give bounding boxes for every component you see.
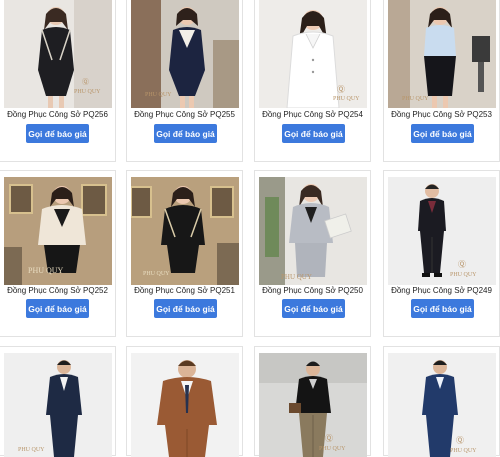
product-image[interactable]: PHU QUY — [259, 177, 367, 285]
product-image[interactable]: PHU QUY — [388, 0, 496, 108]
svg-text:Ⓠ: Ⓠ — [337, 85, 345, 94]
svg-text:Ⓠ: Ⓠ — [82, 78, 89, 86]
svg-text:Ⓠ: Ⓠ — [458, 260, 466, 269]
product-image[interactable]: Ⓠ PHU QUY — [388, 353, 496, 457]
product-image[interactable]: PHU QUY — [4, 353, 112, 457]
product-card[interactable]: PHU QUY Đồng Phục Công Sở PQ252 Gọi để b… — [0, 170, 116, 337]
svg-text:Ⓠ: Ⓠ — [456, 436, 464, 445]
product-card[interactable]: Ⓠ PHU QUY Đồng Phục Công Sở PQ254 Gọi để… — [254, 0, 371, 162]
product-image[interactable]: Ⓠ PHU QUY — [388, 177, 496, 285]
watermark-text: PHU QUY — [450, 272, 477, 278]
product-card[interactable]: Ⓠ PHU QUY Đồng Phục Công Sở PQ256 Gọi để… — [0, 0, 116, 162]
watermark-text: PHU QUY — [74, 89, 101, 95]
product-name[interactable]: Đồng Phục Công Sở PQ254 — [255, 110, 370, 119]
call-for-quote-button[interactable]: Gọi để báo giá — [411, 299, 474, 318]
product-card[interactable]: Ⓠ PHU QUY Đồng Phục Công Sở PQ249 Gọi để… — [383, 170, 500, 337]
svg-text:Ⓠ: Ⓠ — [325, 434, 333, 443]
watermark-text: PHU QUY — [145, 92, 172, 98]
product-card[interactable]: PHU QUY Đồng Phục Công Sở PQ250 Gọi để b… — [254, 170, 371, 337]
product-image[interactable]: PHU QUY — [131, 0, 239, 108]
watermark-text: PHU QUY — [450, 448, 477, 454]
call-for-quote-button[interactable]: Gọi để báo giá — [154, 124, 217, 143]
product-name[interactable]: Đồng Phục Công Sở PQ255 — [127, 110, 242, 119]
product-card[interactable]: PHU QUY Đồng Phục Công Sở PQ255 Gọi để b… — [126, 0, 243, 162]
watermark-text: PHU QUY — [28, 266, 64, 275]
call-for-quote-button[interactable]: Gọi để báo giá — [26, 299, 89, 318]
call-for-quote-button[interactable]: Gọi để báo giá — [154, 299, 217, 318]
product-card[interactable]: PHU QUY — [0, 346, 116, 457]
watermark-text: PHU QUY — [402, 96, 429, 102]
product-image[interactable]: Ⓠ PHU QUY — [259, 0, 367, 108]
product-image[interactable] — [131, 353, 239, 457]
product-name[interactable]: Đồng Phục Công Sở PQ250 — [255, 286, 370, 295]
watermark-text: PHU QUY — [18, 447, 45, 453]
product-card[interactable]: Ⓠ PHU QUY — [383, 346, 500, 457]
product-card[interactable] — [126, 346, 243, 457]
product-card[interactable]: PHU QUY Đồng Phục Công Sở PQ251 Gọi để b… — [126, 170, 243, 337]
product-card[interactable]: PHU QUY Đồng Phục Công Sở PQ253 Gọi để b… — [383, 0, 500, 162]
call-for-quote-button[interactable]: Gọi để báo giá — [411, 124, 474, 143]
product-name[interactable]: Đồng Phục Công Sở PQ249 — [384, 286, 499, 295]
product-name[interactable]: Đồng Phục Công Sở PQ253 — [384, 110, 499, 119]
product-name[interactable]: Đồng Phục Công Sở PQ252 — [0, 286, 115, 295]
product-image[interactable]: Ⓠ PHU QUY — [259, 353, 367, 457]
watermark-text: PHU QUY — [143, 271, 170, 277]
product-name[interactable]: Đồng Phục Công Sở PQ256 — [0, 110, 115, 119]
watermark-text: PHU QUY — [319, 446, 346, 452]
watermark-text: PHU QUY — [281, 273, 312, 281]
watermark-text: PHU QUY — [333, 96, 360, 102]
product-image[interactable]: PHU QUY — [131, 177, 239, 285]
product-card[interactable]: Ⓠ PHU QUY — [254, 346, 371, 457]
product-image[interactable]: Ⓠ PHU QUY — [4, 0, 112, 108]
product-name[interactable]: Đồng Phục Công Sở PQ251 — [127, 286, 242, 295]
call-for-quote-button[interactable]: Gọi để báo giá — [282, 299, 345, 318]
product-image[interactable]: PHU QUY — [4, 177, 112, 285]
call-for-quote-button[interactable]: Gọi để báo giá — [26, 124, 89, 143]
call-for-quote-button[interactable]: Gọi để báo giá — [282, 124, 345, 143]
